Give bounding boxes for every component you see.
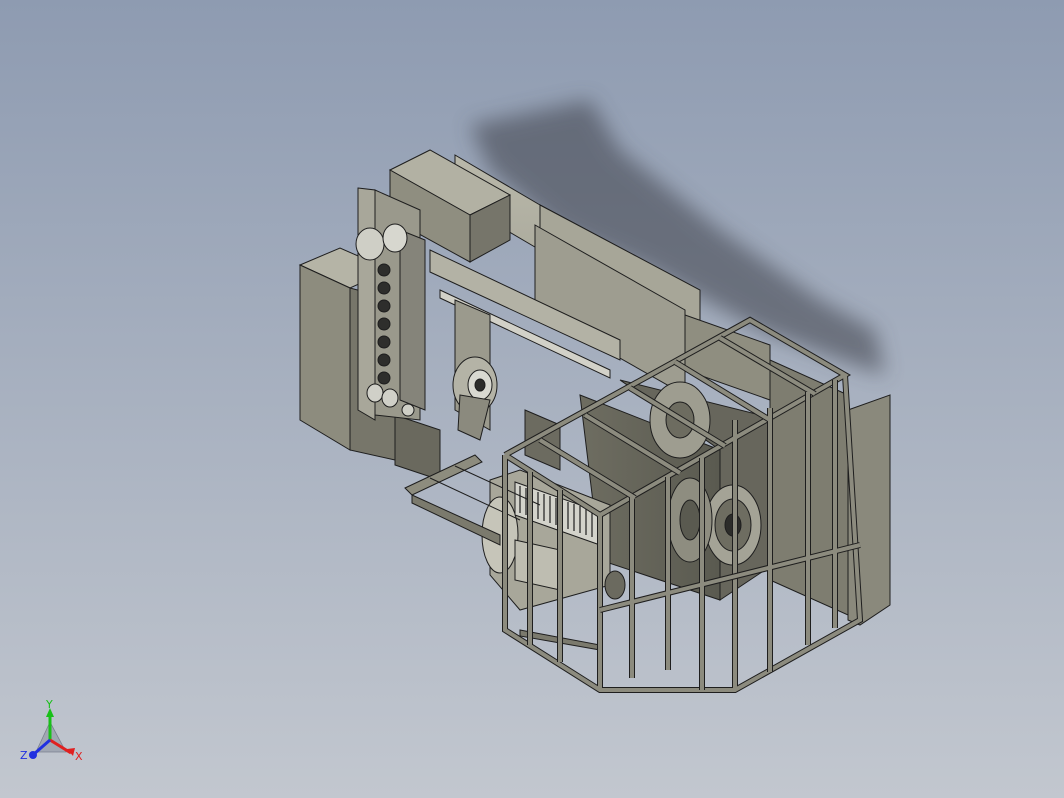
x-axis-label: X (75, 750, 83, 763)
z-axis-head (29, 751, 37, 759)
roller-plate (357, 187, 426, 421)
y-axis-label: Y (45, 700, 53, 711)
graphics-viewport[interactable]: Y X Z (0, 0, 1064, 798)
machine-assembly-model[interactable] (0, 0, 1064, 798)
right-end-panel (769, 359, 891, 626)
z-axis-label: Z (20, 749, 28, 762)
reference-triad: Y X Z (20, 700, 83, 763)
